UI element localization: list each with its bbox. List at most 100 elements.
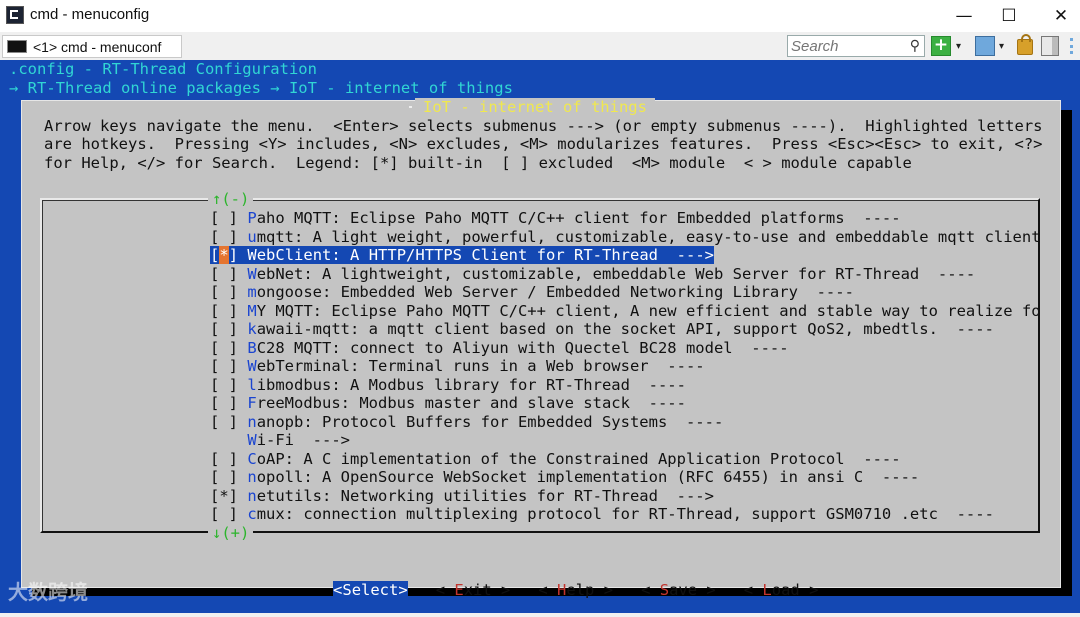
menu-item[interactable]: [ ] Paho MQTT: Eclipse Paho MQTT C/C++ c… bbox=[210, 209, 1042, 228]
menu-item-hotkey: W bbox=[247, 357, 257, 375]
menu-item-checkbox[interactable]: [ ] bbox=[210, 283, 238, 301]
menu-item-text: mux: connection multiplexing protocol fo… bbox=[256, 505, 994, 523]
menu-item[interactable]: Wi-Fi ---> bbox=[210, 431, 1042, 450]
menu-item-text: ebClient: A HTTP/HTTPS Client for RT-Thr… bbox=[256, 246, 714, 264]
console-tab[interactable]: <1> cmd - menuconf bbox=[2, 35, 182, 58]
menu-item[interactable]: [ ] umqtt: A light weight, powerful, cus… bbox=[210, 228, 1042, 247]
menu-item-hotkey: W bbox=[247, 246, 257, 264]
menu-item-label: FreeModbus: Modbus master and slave stac… bbox=[238, 394, 686, 412]
menu-item-hotkey: W bbox=[247, 431, 257, 449]
menu-item-checkbox[interactable]: [ ] bbox=[210, 320, 238, 338]
terminal-icon bbox=[7, 40, 27, 53]
split-panel-icon[interactable] bbox=[1041, 36, 1059, 56]
menu-item-checkbox[interactable]: [ ] bbox=[210, 357, 238, 375]
menu-item-text: etutils: Networking utilities for RT-Thr… bbox=[256, 486, 714, 505]
load-button[interactable]: < Load > bbox=[744, 581, 819, 599]
menu-item-checkbox[interactable]: [ ] bbox=[210, 413, 238, 431]
dialog-shadow bbox=[1061, 110, 1072, 596]
lock-icon[interactable] bbox=[1017, 34, 1033, 55]
menu-item-text: Y MQTT: Eclipse Paho MQTT C/C++ client, … bbox=[256, 301, 1041, 320]
menu-item-hotkey: c bbox=[247, 505, 257, 523]
scroll-down-indicator: ↓(+) bbox=[208, 524, 254, 542]
menu-item-text: ibmodbus: A Modbus library for RT-Thread… bbox=[256, 375, 686, 394]
menu-item-checkbox[interactable]: [ ] bbox=[210, 302, 238, 320]
menu-item-label: netutils: Networking utilities for RT-Th… bbox=[238, 487, 714, 505]
menu-item-checkbox[interactable]: [ ] bbox=[210, 468, 238, 486]
menu-item[interactable]: [ ] MY MQTT: Eclipse Paho MQTT C/C++ cli… bbox=[210, 302, 1042, 321]
menu-item[interactable]: [ ] BC28 MQTT: connect to Aliyun with Qu… bbox=[210, 339, 1042, 358]
menu-item-label: Wi-Fi ---> bbox=[238, 431, 350, 449]
menu-item-label: Paho MQTT: Eclipse Paho MQTT C/C++ clien… bbox=[238, 209, 900, 227]
window-title: cmd - menuconfig bbox=[30, 6, 150, 23]
menu-item-hotkey: M bbox=[247, 301, 257, 320]
help-text-line-1: Arrow keys navigate the menu. <Enter> se… bbox=[44, 117, 1043, 135]
menu-item-hotkey: n bbox=[247, 412, 257, 431]
menu-item-checkbox[interactable]: [ ] bbox=[210, 209, 238, 227]
menu-item-checkbox[interactable]: [ ] bbox=[210, 376, 238, 394]
new-console-button[interactable]: + bbox=[931, 36, 951, 56]
menu-item-hotkey: n bbox=[247, 486, 257, 505]
cmd-app-icon bbox=[6, 6, 24, 24]
help-text-line-2: are hotkeys. Pressing <Y> includes, <N> … bbox=[44, 135, 1043, 153]
menu-icon[interactable] bbox=[1066, 36, 1080, 56]
menu-item[interactable]: [ ] CoAP: A C implementation of the Cons… bbox=[210, 450, 1042, 469]
menu-item-label: CoAP: A C implementation of the Constrai… bbox=[238, 449, 900, 468]
search-box[interactable]: ⚲ bbox=[787, 35, 925, 57]
menu-item-text: mqtt: A light weight, powerful, customiz… bbox=[256, 227, 1041, 246]
view-icon[interactable] bbox=[975, 36, 995, 56]
menu-item-hotkey: C bbox=[247, 449, 257, 468]
menu-item[interactable]: [*] netutils: Networking utilities for R… bbox=[210, 487, 1042, 506]
menu-item[interactable]: [ ] kawaii-mqtt: a mqtt client based on … bbox=[210, 320, 1042, 339]
menu-item[interactable]: [ ] nopoll: A OpenSource WebSocket imple… bbox=[210, 468, 1042, 487]
menu-item[interactable]: [ ] WebTerminal: Terminal runs in a Web … bbox=[210, 357, 1042, 376]
view-dropdown-icon[interactable]: ▾ bbox=[999, 41, 1004, 52]
menu-item-label: WebTerminal: Terminal runs in a Web brow… bbox=[238, 357, 704, 375]
save-button[interactable]: < Save > bbox=[641, 581, 716, 599]
help-button[interactable]: < Help > bbox=[538, 581, 613, 599]
terminal-area[interactable]: .config - RT-Thread Configuration → RT-T… bbox=[0, 60, 1080, 613]
minimize-button[interactable]: — bbox=[941, 0, 987, 32]
menu-item-hotkey: B bbox=[247, 338, 257, 357]
config-path-line: .config - RT-Thread Configuration bbox=[9, 60, 317, 78]
menu-item[interactable]: [*] WebClient: A HTTP/HTTPS Client for R… bbox=[210, 246, 1042, 265]
select-button[interactable]: <Select> bbox=[333, 581, 408, 599]
menu-item-label: kawaii-mqtt: a mqtt client based on the … bbox=[238, 320, 994, 338]
menu-item-text: ongoose: Embedded Web Server / Embedded … bbox=[256, 283, 854, 301]
menu-item[interactable]: [ ] libmodbus: A Modbus library for RT-T… bbox=[210, 376, 1042, 395]
new-console-dropdown-icon[interactable]: ▾ bbox=[956, 41, 961, 52]
close-button[interactable]: ✕ bbox=[1038, 0, 1080, 32]
breadcrumb: → RT-Thread online packages → IoT - inte… bbox=[9, 79, 513, 97]
search-input[interactable] bbox=[791, 37, 899, 55]
scroll-up-indicator: ↑(-) bbox=[208, 190, 254, 208]
menu-item-checkbox[interactable]: [*] bbox=[210, 246, 239, 264]
menu-item-checkbox[interactable]: [ ] bbox=[210, 265, 238, 283]
menu-item[interactable]: [ ] WebNet: A lightweight, customizable,… bbox=[210, 265, 1042, 284]
menu-item-text: opoll: A OpenSource WebSocket implementa… bbox=[256, 468, 920, 486]
menu-item[interactable]: [ ] nanopb: Protocol Buffers for Embedde… bbox=[210, 413, 1042, 432]
menu-item-text: awaii-mqtt: a mqtt client based on the s… bbox=[256, 320, 994, 338]
menu-item-text: ebNet: A lightweight, customizable, embe… bbox=[256, 264, 976, 283]
menu-item-checkbox[interactable]: [ ] bbox=[210, 450, 238, 468]
menu-item-checkbox[interactable]: [ ] bbox=[210, 228, 238, 246]
menu-item[interactable]: [ ] FreeModbus: Modbus master and slave … bbox=[210, 394, 1042, 413]
search-icon[interactable]: ⚲ bbox=[910, 38, 920, 54]
menu-item[interactable]: [ ] cmux: connection multiplexing protoc… bbox=[210, 505, 1042, 524]
menu-item-text: i-Fi ---> bbox=[256, 431, 351, 449]
menu-item-checkbox[interactable]: [ ] bbox=[210, 394, 238, 412]
menu-item-label: mongoose: Embedded Web Server / Embedded… bbox=[238, 283, 854, 301]
menu-item-hotkey: P bbox=[247, 209, 257, 227]
exit-button[interactable]: < Exit > bbox=[436, 581, 511, 599]
menu-item-label: nopoll: A OpenSource WebSocket implement… bbox=[238, 468, 919, 486]
menu-item-text: reeModbus: Modbus master and slave stack… bbox=[256, 394, 686, 412]
menu-item-hotkey: k bbox=[247, 320, 257, 338]
menu-item-checkbox[interactable]: [*] bbox=[210, 487, 238, 505]
button-bar: <Select> < Exit > < Help > < Save > < Lo… bbox=[277, 563, 818, 617]
menu-item[interactable]: [ ] mongoose: Embedded Web Server / Embe… bbox=[210, 283, 1042, 302]
menu-item-checkbox[interactable]: [ ] bbox=[210, 505, 238, 523]
menu-item-hotkey: F bbox=[247, 394, 257, 412]
menu-item-hotkey: l bbox=[247, 375, 257, 394]
menu-item-hotkey: m bbox=[247, 283, 257, 301]
maximize-button[interactable]: ☐ bbox=[986, 0, 1032, 32]
menu-item-checkbox[interactable] bbox=[210, 431, 238, 449]
menu-item-checkbox[interactable]: [ ] bbox=[210, 339, 238, 357]
